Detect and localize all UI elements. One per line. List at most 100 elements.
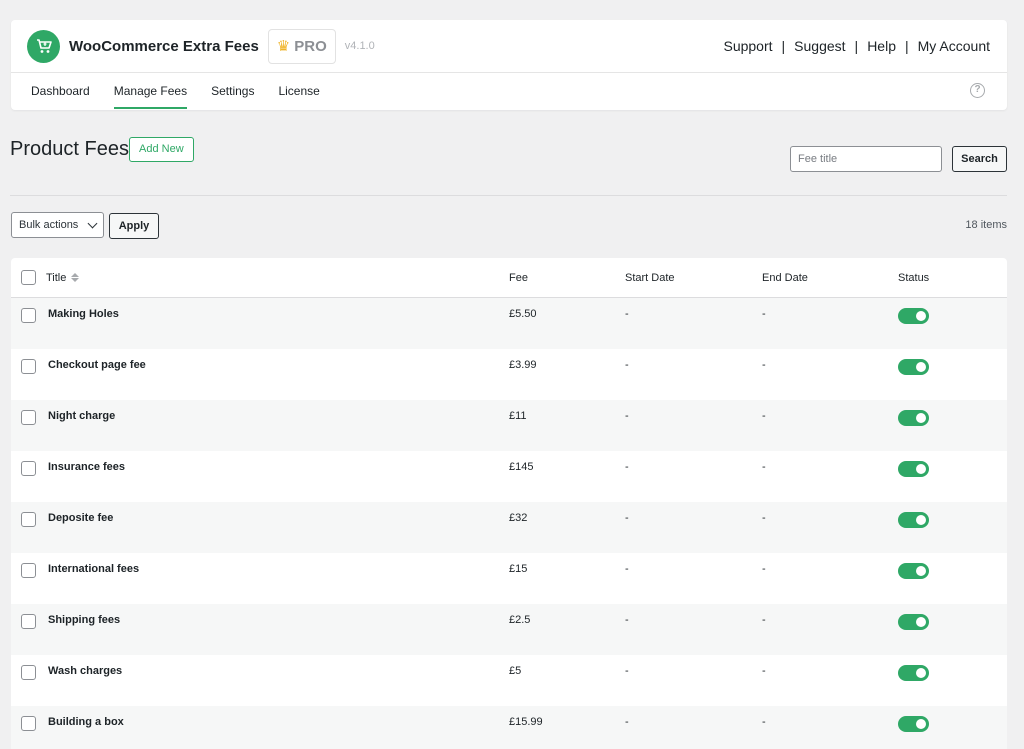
row-checkbox[interactable] [21,716,36,731]
end-date: - [762,563,766,575]
select-all-checkbox-cell [21,258,36,297]
status-cell [898,604,929,655]
column-title-label: Title [46,271,67,284]
fee-title[interactable]: Deposite fee [48,502,113,553]
divider [10,195,1007,196]
chevron-down-icon [87,218,98,229]
plugin-nav: Dashboard Manage Fees Settings License ? [11,73,1007,109]
add-new-button[interactable]: Add New [129,137,194,162]
fee-amount: £32 [509,512,528,524]
fee-title[interactable]: Insurance fees [48,451,125,502]
end-date: - [762,614,766,626]
fee-amount: £145 [509,461,534,473]
status-toggle[interactable] [898,563,929,579]
fee-amount: £3.99 [509,359,537,371]
fee-title[interactable]: Shipping fees [48,604,120,655]
header-links: Support | Suggest | Help | My Account [723,38,990,54]
suggest-link[interactable]: Suggest [794,38,845,54]
fee-title[interactable]: International fees [48,553,139,604]
status-cell [898,502,929,553]
fee-title[interactable]: Wash charges [48,655,122,706]
end-date: - [762,308,766,320]
fees-table: Title Fee Start Date End Date Status Mak… [11,258,1007,749]
plugin-header: WooCommerce Extra Fees ♛ PRO v4.1.0 Supp… [11,20,1007,110]
row-checkbox-cell [21,553,36,604]
bulk-actions-label: Bulk actions [19,219,79,231]
start-date: - [625,461,629,473]
column-title[interactable]: Title [46,258,80,297]
table-row: Making Holes £5.50 - - [11,298,1007,349]
fee-amount: £15.99 [509,716,543,728]
end-date: - [762,461,766,473]
status-toggle[interactable] [898,308,929,324]
search-button[interactable]: Search [952,146,1007,172]
row-checkbox[interactable] [21,665,36,680]
row-checkbox-cell [21,451,36,502]
row-checkbox[interactable] [21,512,36,527]
status-cell [898,400,929,451]
end-date: - [762,359,766,371]
fee-title[interactable]: Night charge [48,400,115,451]
status-toggle[interactable] [898,716,929,732]
start-date: - [625,716,629,728]
end-date: - [762,665,766,677]
shopping-cart-icon [27,29,60,63]
items-count: 18 items [965,219,1007,231]
bulk-actions-select[interactable]: Bulk actions [11,212,104,238]
row-checkbox[interactable] [21,308,36,323]
search-input[interactable] [790,146,942,172]
support-link[interactable]: Support [723,38,772,54]
row-checkbox[interactable] [21,614,36,629]
row-checkbox-cell [21,604,36,655]
column-fee: Fee [509,271,528,284]
status-toggle[interactable] [898,461,929,477]
row-checkbox-cell [21,502,36,553]
header-top-bar: WooCommerce Extra Fees ♛ PRO v4.1.0 Supp… [11,20,1007,73]
row-checkbox-cell [21,706,36,749]
table-row: Shipping fees £2.5 - - [11,604,1007,655]
table-header: Title Fee Start Date End Date Status [11,258,1007,298]
my-account-link[interactable]: My Account [918,38,990,54]
status-toggle[interactable] [898,512,929,528]
start-date: - [625,410,629,422]
select-all-checkbox[interactable] [21,270,36,285]
row-checkbox[interactable] [21,563,36,578]
column-start-date: Start Date [625,271,675,284]
row-checkbox[interactable] [21,461,36,476]
tab-license[interactable]: License [278,73,319,109]
tab-dashboard[interactable]: Dashboard [31,73,90,109]
tab-manage-fees[interactable]: Manage Fees [113,73,188,109]
table-row: Insurance fees £145 - - [11,451,1007,502]
status-cell [898,553,929,604]
link-separator: | [781,38,786,54]
row-checkbox[interactable] [21,410,36,425]
status-toggle[interactable] [898,410,929,426]
fee-amount: £15 [509,563,528,575]
table-row: Deposite fee £32 - - [11,502,1007,553]
status-cell [898,655,929,706]
status-toggle[interactable] [898,359,929,375]
status-toggle[interactable] [898,665,929,681]
fee-title[interactable]: Building a box [48,706,124,749]
status-cell [898,706,929,749]
fee-title[interactable]: Checkout page fee [48,349,146,400]
tab-settings[interactable]: Settings [211,73,254,109]
start-date: - [625,614,629,626]
fee-title[interactable]: Making Holes [48,298,119,349]
column-status: Status [898,271,930,284]
row-checkbox-cell [21,298,36,349]
row-checkbox[interactable] [21,359,36,374]
crown-icon: ♛ [276,38,291,55]
status-cell [898,349,929,400]
fee-amount: £5.50 [509,308,537,320]
apply-button[interactable]: Apply [109,213,159,239]
start-date: - [625,359,629,371]
sort-icon[interactable] [71,273,80,282]
link-separator: | [904,38,909,54]
help-link[interactable]: Help [867,38,896,54]
status-toggle[interactable] [898,614,929,630]
help-circle-icon[interactable]: ? [970,83,985,98]
fee-amount: £2.5 [509,614,531,626]
start-date: - [625,308,629,320]
end-date: - [762,512,766,524]
